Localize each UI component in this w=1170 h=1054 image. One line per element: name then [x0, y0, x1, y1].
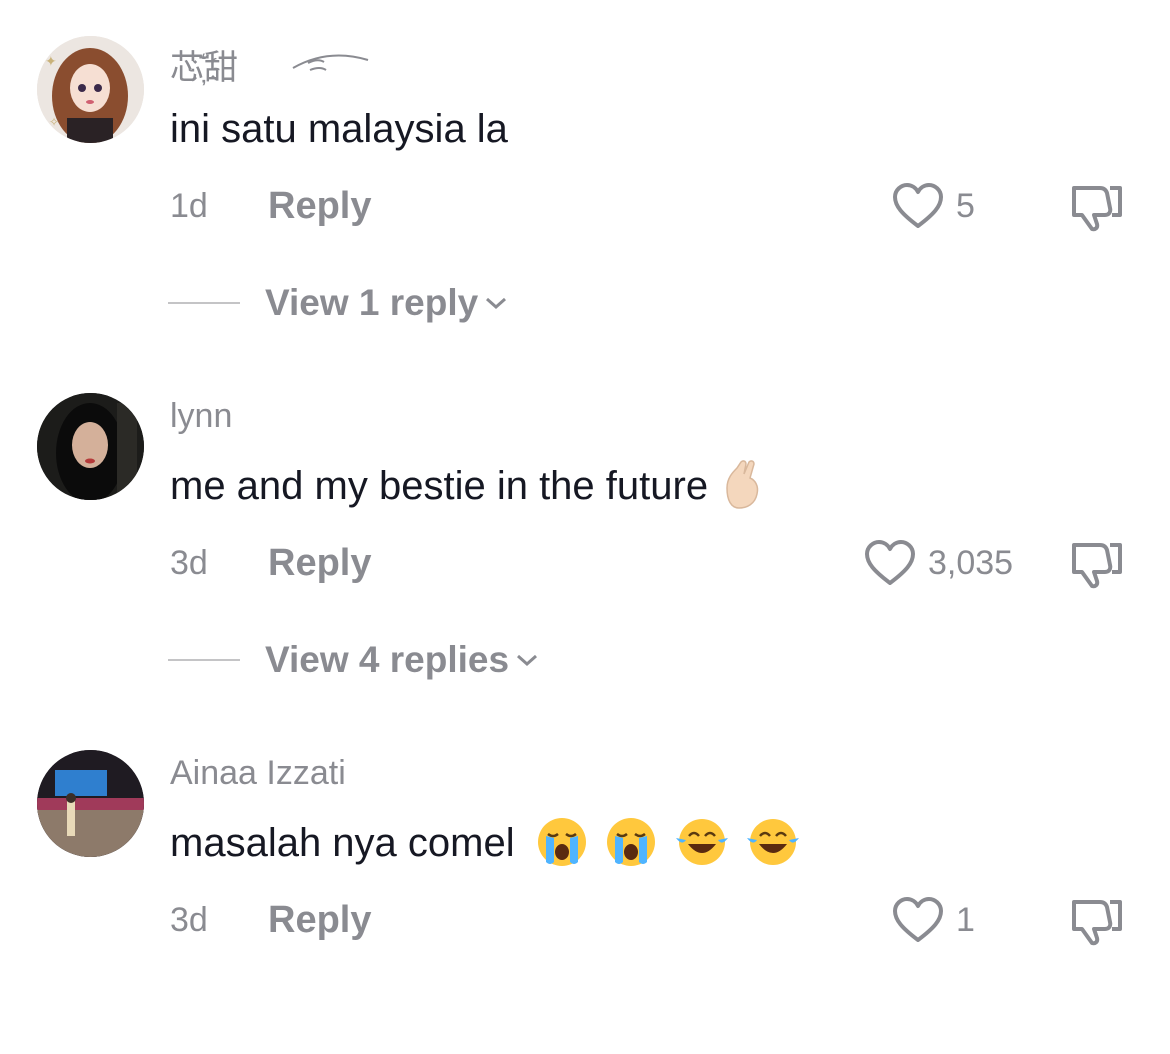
- comment-timestamp: 1d: [170, 187, 208, 225]
- like-button[interactable]: 1: [892, 896, 975, 944]
- username-decoration-icon: [292, 54, 369, 71]
- comment-item: Ainaa Izzati masalah nya comel 3d Reply …: [0, 714, 1170, 1054]
- comment-text: me and my bestie in the future: [170, 460, 765, 510]
- chevron-down-icon: [517, 654, 538, 667]
- thumbs-down-icon[interactable]: [1070, 182, 1124, 232]
- face-with-tears-of-joy-emoji-icon: [675, 819, 728, 866]
- comment-item: ✦ ✧ 芯҉̆̈甜 ini satu malaysia la 1d Reply …: [0, 0, 1170, 340]
- like-button[interactable]: 5: [892, 182, 975, 230]
- comment-item: lynn me and my bestie in the future 3d R…: [0, 357, 1170, 697]
- avatar[interactable]: ✦ ✧: [37, 36, 144, 143]
- comment-text: masalah nya comel: [170, 818, 801, 868]
- comment-text: ini satu malaysia la: [170, 107, 508, 151]
- loudly-crying-face-emoji-icon: [537, 818, 586, 867]
- thumbs-down-icon[interactable]: [1070, 539, 1124, 589]
- face-with-tears-of-joy-emoji-icon: [747, 819, 800, 866]
- view-replies-label: View 4 replies: [265, 639, 510, 680]
- view-replies-button[interactable]: View 4 replies: [168, 639, 539, 681]
- reply-button[interactable]: Reply: [268, 185, 371, 228]
- heart-outline-icon: [865, 540, 915, 585]
- comment-timestamp: 3d: [170, 544, 208, 582]
- divider: [168, 302, 240, 304]
- reply-button[interactable]: Reply: [268, 899, 371, 942]
- reply-button[interactable]: Reply: [268, 542, 371, 585]
- thumbs-down-icon[interactable]: [1070, 896, 1124, 946]
- like-count: 1: [956, 900, 975, 939]
- heart-outline-icon: [893, 897, 943, 942]
- svg-text:✦: ✦: [45, 53, 57, 69]
- view-replies-label: View 1 reply: [265, 282, 479, 323]
- like-count: 3,035: [928, 543, 1014, 582]
- like-count: 5: [956, 186, 975, 225]
- divider: [168, 659, 240, 661]
- chevron-down-icon: [486, 297, 507, 310]
- avatar[interactable]: [37, 750, 144, 857]
- loudly-crying-face-emoji-icon: [606, 818, 655, 867]
- like-button[interactable]: 3,035: [864, 539, 1013, 587]
- comment-timestamp: 3d: [170, 901, 208, 939]
- comment-username[interactable]: 芯҉̆̈甜: [170, 40, 238, 89]
- avatar[interactable]: [37, 393, 144, 500]
- heart-outline-icon: [893, 183, 943, 228]
- comment-username[interactable]: Ainaa Izzati: [170, 754, 346, 793]
- comment-username[interactable]: lynn: [170, 397, 232, 436]
- svg-text:✧: ✧: [49, 115, 59, 129]
- crossed-fingers-emoji-icon: [726, 460, 759, 510]
- view-replies-button[interactable]: View 1 reply: [168, 282, 508, 324]
